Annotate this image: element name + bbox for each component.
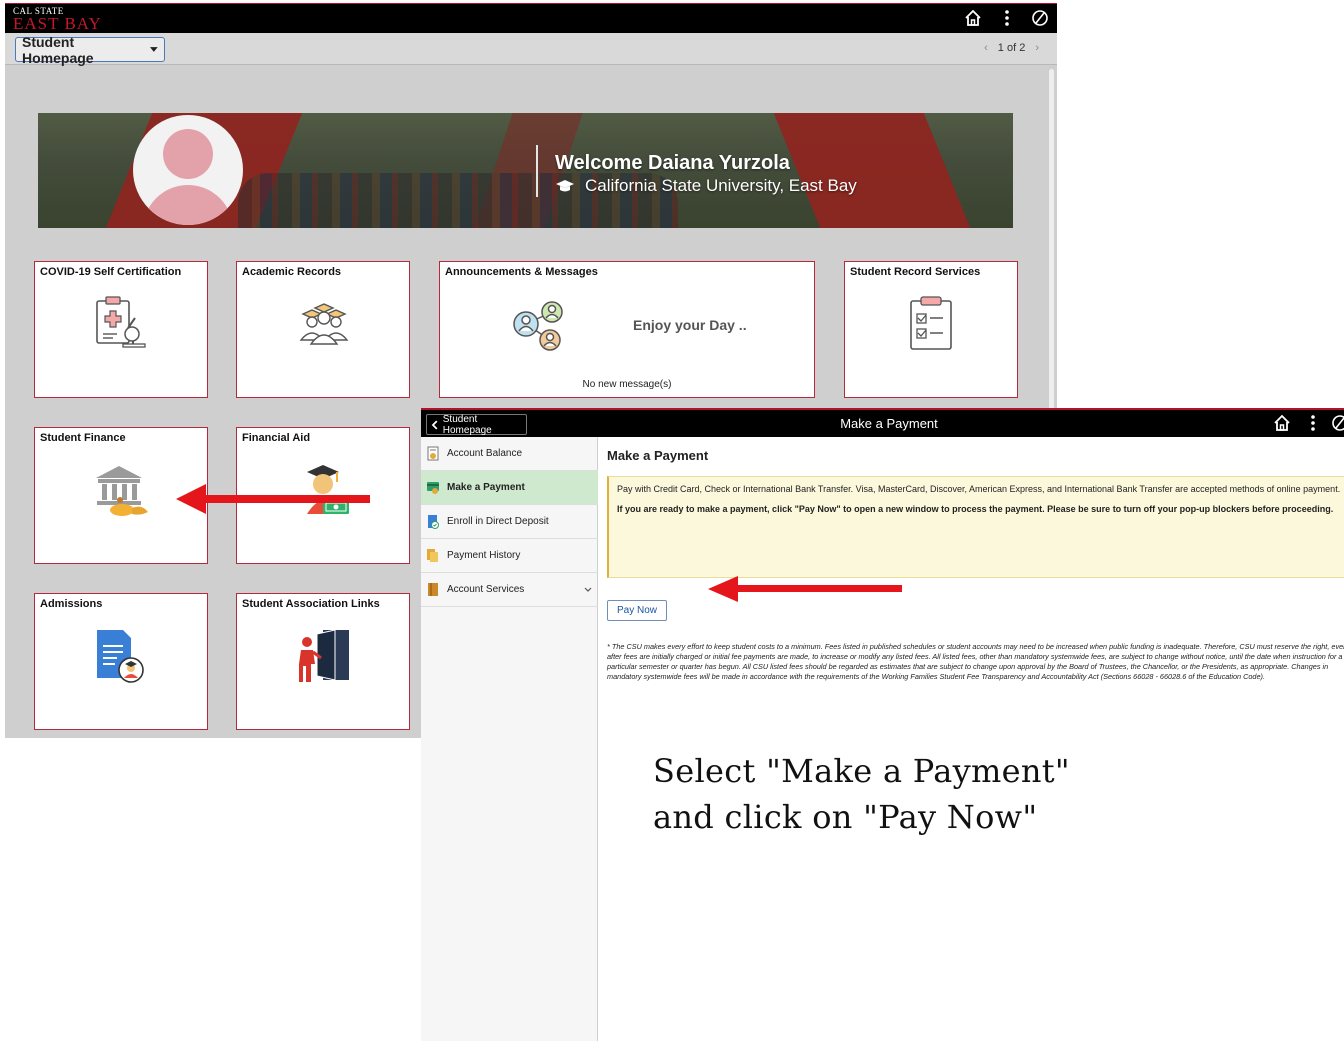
tile-announcements-messages[interactable]: Announcements & Messages Enjoy your Day … — [439, 261, 815, 398]
pager-text: 1 of 2 — [997, 42, 1026, 54]
top-bar: CAL STATE EAST BAY — [5, 3, 1057, 33]
sidebar-item-account-services[interactable]: Account Services — [421, 573, 598, 607]
pay-now-button[interactable]: Pay Now — [607, 600, 667, 621]
people-network-icon — [513, 301, 563, 351]
make-payment-screen: Student Homepage Make a Payment Account … — [421, 408, 1344, 1041]
sidebar-item-label: Enroll in Direct Deposit — [447, 516, 549, 527]
instruction-caption: Select "Make a Payment" and click on "Pa… — [653, 748, 1070, 840]
navbar-icon[interactable] — [1331, 414, 1344, 434]
tile-student-record-services[interactable]: Student Record Services — [844, 261, 1018, 398]
tile-title: COVID-19 Self Certification — [40, 266, 182, 278]
sidebar-item-label: Account Balance — [447, 448, 523, 459]
chevron-down-icon[interactable] — [584, 587, 592, 593]
tile-admissions[interactable]: Admissions — [34, 593, 208, 730]
instruction-line1: Select "Make a Payment" — [653, 752, 1070, 790]
direct-deposit-icon — [428, 515, 439, 529]
payment-main-content: Make a Payment Pay with Credit Card, Che… — [599, 437, 1344, 1041]
homepage-pager: ‹ 1 of 2 › — [984, 42, 1039, 54]
caret-down-icon — [150, 46, 158, 52]
home-icon[interactable] — [1272, 414, 1292, 434]
sidebar-item-label: Make a Payment — [447, 482, 525, 493]
clipboard-medical-icon — [96, 296, 146, 348]
sidebar-item-label: Payment History — [447, 550, 521, 561]
announcement-text: Enjoy your Day .. — [633, 317, 747, 333]
avatar[interactable] — [133, 115, 243, 225]
chevron-right-icon[interactable]: › — [1035, 42, 1039, 54]
homepage-selector-dropdown[interactable]: Student Homepage — [15, 34, 165, 66]
home-icon[interactable] — [963, 9, 983, 29]
tile-title: Student Association Links — [242, 598, 380, 610]
payment-methods-text: Pay with Credit Card, Check or Internati… — [617, 484, 1341, 494]
sidebar-item-payment-history[interactable]: Payment History — [421, 539, 598, 573]
logo-line2: EAST BAY — [13, 14, 102, 33]
sidebar-item-account-balance[interactable]: Account Balance — [421, 437, 598, 471]
university-name: California State University, East Bay — [555, 176, 857, 196]
tile-title: Announcements & Messages — [445, 266, 598, 278]
pay-now-instructions: If you are ready to make a payment, clic… — [617, 504, 1334, 514]
fee-disclaimer: * The CSU makes every effort to keep stu… — [607, 642, 1344, 681]
red-arrow-pay-now — [708, 576, 902, 602]
sidebar-item-direct-deposit[interactable]: Enroll in Direct Deposit — [421, 505, 598, 539]
tile-title: Student Record Services — [850, 266, 981, 278]
welcome-text: Welcome Daiana Yurzola — [555, 152, 790, 174]
red-arrow-finance — [176, 484, 370, 514]
payment-card-icon — [427, 482, 439, 494]
welcome-banner: Welcome Daiana Yurzola California State … — [38, 113, 1013, 228]
cal-state-east-bay-logo[interactable]: CAL STATE EAST BAY — [13, 7, 102, 33]
sidebar-item-label: Account Services — [447, 584, 525, 595]
more-options-icon[interactable] — [1303, 414, 1323, 434]
tutorial-composite: CAL STATE EAST BAY Student Homepage ‹ 1 … — [0, 0, 1344, 1041]
homepage-selector-label: Student Homepage — [22, 33, 94, 66]
payment-top-bar: Student Homepage Make a Payment — [421, 408, 1344, 437]
tile-title: Academic Records — [242, 266, 342, 278]
services-icon — [428, 583, 438, 596]
bank-finance-icon — [96, 466, 148, 516]
admissions-document-icon — [97, 630, 144, 683]
payment-page-title: Make a Payment — [840, 416, 938, 431]
graduation-cap-icon — [556, 180, 574, 192]
banner-divider — [536, 145, 538, 197]
more-options-icon[interactable] — [997, 9, 1017, 29]
sidebar-item-make-payment[interactable]: Make a Payment — [421, 471, 598, 505]
sub-header: Student Homepage ‹ 1 of 2 › — [5, 33, 1057, 66]
document-coin-icon — [427, 446, 439, 461]
person-door-icon — [299, 629, 349, 682]
history-icon — [427, 549, 438, 562]
tile-student-association-links[interactable]: Student Association Links — [236, 593, 410, 730]
chevron-left-icon[interactable]: ‹ — [984, 42, 988, 54]
navbar-icon[interactable] — [1030, 9, 1050, 29]
university-label: California State University, East Bay — [585, 176, 857, 195]
graduates-icon — [299, 303, 349, 345]
no-messages-text: No new message(s) — [582, 379, 672, 390]
checklist-icon — [910, 296, 952, 350]
tile-title: Admissions — [40, 598, 103, 610]
tile-covid-self-certification[interactable]: COVID-19 Self Certification — [34, 261, 208, 398]
payment-sidebar: Account Balance Make a Payment Enroll in… — [421, 437, 598, 1041]
payment-info-box: Pay with Credit Card, Check or Internati… — [607, 476, 1344, 578]
tile-academic-records[interactable]: Academic Records — [236, 261, 410, 398]
tile-title: Student Finance — [40, 432, 126, 444]
payment-heading: Make a Payment — [607, 448, 709, 463]
instruction-line2: and click on "Pay Now" — [653, 798, 1038, 836]
tile-title: Financial Aid — [242, 432, 311, 444]
